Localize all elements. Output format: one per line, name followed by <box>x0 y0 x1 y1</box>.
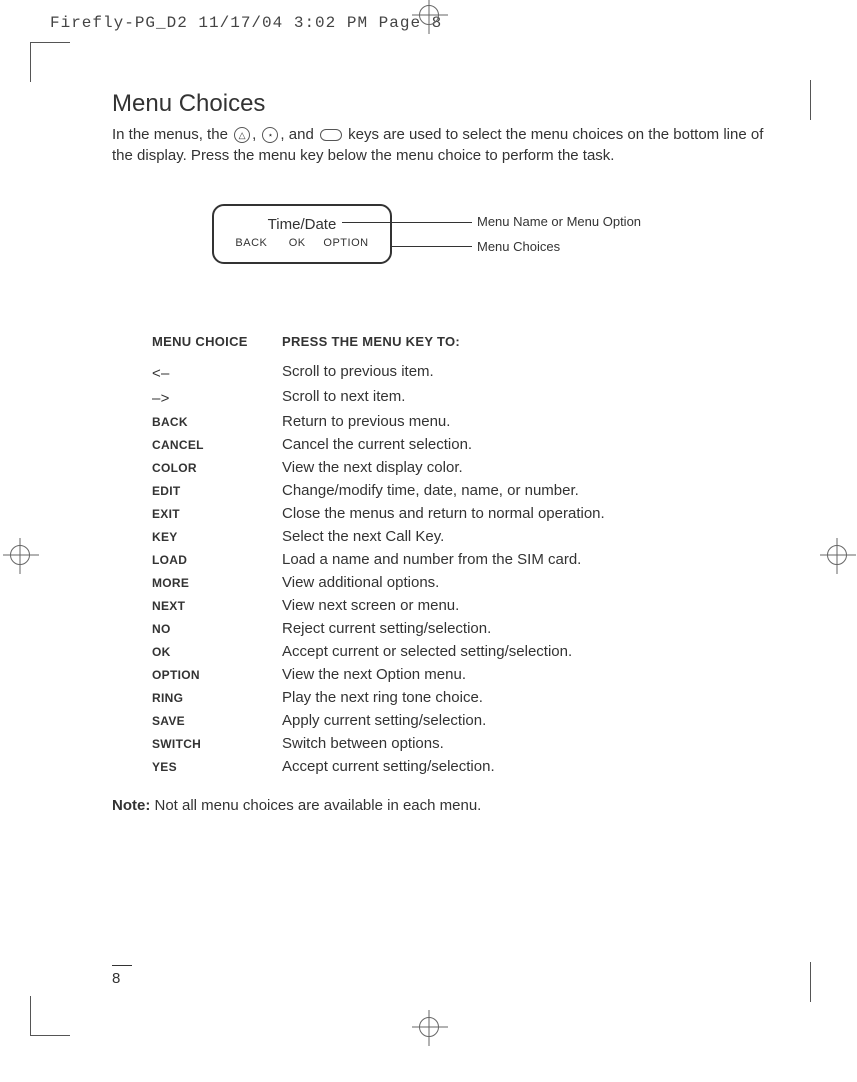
menu-choice: YES <box>152 758 282 775</box>
menu-choice: KEY <box>152 528 282 545</box>
menu-description: Apply current setting/selection. <box>282 712 772 729</box>
menu-choice: EXIT <box>152 505 282 522</box>
registration-mark-left <box>0 540 40 580</box>
trim-mark <box>30 42 70 82</box>
display-diagram: Time/Date BACK OK OPTION Menu Name or Me… <box>212 204 772 284</box>
screen-softkeys: BACK OK OPTION <box>214 237 390 249</box>
menu-description: Close the menus and return to normal ope… <box>282 505 772 522</box>
menu-description: Switch between options. <box>282 735 772 752</box>
intro-text: , and <box>280 126 318 143</box>
table-row: MOREView additional options. <box>152 574 772 591</box>
menu-description: Load a name and number from the SIM card… <box>282 551 772 568</box>
table-row: KEYSelect the next Call Key. <box>152 528 772 545</box>
table-row: COLORView the next display color. <box>152 459 772 476</box>
menu-choice: –> <box>152 388 282 407</box>
table-row: –>Scroll to next item. <box>152 388 772 407</box>
menu-choice: RING <box>152 689 282 706</box>
table-row: SWITCHSwitch between options. <box>152 735 772 752</box>
table-header-action: PRESS THE MENU KEY TO: <box>282 334 772 349</box>
callout-menu-name: Menu Name or Menu Option <box>477 214 641 229</box>
menu-choice: OK <box>152 643 282 660</box>
page-content: Menu Choices In the menus, the △, ⋆, and… <box>112 90 772 814</box>
callout-line <box>392 246 472 247</box>
menu-choice: MORE <box>152 574 282 591</box>
note-label: Note: <box>112 797 150 814</box>
menu-choice: CANCEL <box>152 436 282 453</box>
table-row: NOReject current setting/selection. <box>152 620 772 637</box>
table-row: OKAccept current or selected setting/sel… <box>152 643 772 660</box>
screen-title: Time/Date <box>214 216 390 233</box>
menu-description: Cancel the current selection. <box>282 436 772 453</box>
callout-menu-choices: Menu Choices <box>477 239 560 254</box>
page-title: Menu Choices <box>112 90 772 118</box>
registration-mark-top <box>404 0 454 50</box>
table-row: EXITClose the menus and return to normal… <box>152 505 772 522</box>
table-row: EDITChange/modify time, date, name, or n… <box>152 482 772 499</box>
callout-line <box>342 222 472 223</box>
menu-choice: NO <box>152 620 282 637</box>
table-row: LOADLoad a name and number from the SIM … <box>152 551 772 568</box>
menu-description: View the next Option menu. <box>282 666 772 683</box>
table-header-choice: MENU CHOICE <box>152 334 282 349</box>
table-row: NEXTView next screen or menu. <box>152 597 772 614</box>
note-text: Not all menu choices are available in ea… <box>150 797 481 814</box>
menu-description: Change/modify time, date, name, or numbe… <box>282 482 772 499</box>
page-number: 8 <box>112 965 132 987</box>
menu-choice: OPTION <box>152 666 282 683</box>
menu-description: View additional options. <box>282 574 772 591</box>
table-row: BACKReturn to previous menu. <box>152 413 772 430</box>
intro-text: , <box>252 126 260 143</box>
prepress-header: Firefly-PG_D2 11/17/04 3:02 PM Page 8 <box>50 14 442 32</box>
trim-mark <box>810 962 811 1002</box>
menu-choice: <– <box>152 363 282 382</box>
menu-choice: SWITCH <box>152 735 282 752</box>
menu-description: Select the next Call Key. <box>282 528 772 545</box>
screen-box: Time/Date BACK OK OPTION <box>212 204 392 264</box>
table-row: SAVEApply current setting/selection. <box>152 712 772 729</box>
key-icon-a: △ <box>234 127 250 143</box>
menu-description: Play the next ring tone choice. <box>282 689 772 706</box>
menu-choice: SAVE <box>152 712 282 729</box>
intro-text: In the menus, the <box>112 126 232 143</box>
table-row: CANCELCancel the current selection. <box>152 436 772 453</box>
key-icon-c <box>320 129 342 141</box>
menu-description: Accept current setting/selection. <box>282 758 772 775</box>
menu-choice: BACK <box>152 413 282 430</box>
registration-mark-bottom <box>404 1012 454 1062</box>
table-body: <–Scroll to previous item.–>Scroll to ne… <box>152 363 772 775</box>
softkey-ok: OK <box>289 237 306 249</box>
menu-description: Reject current setting/selection. <box>282 620 772 637</box>
registration-mark-right <box>817 540 857 580</box>
menu-choice: COLOR <box>152 459 282 476</box>
table-row: <–Scroll to previous item. <box>152 363 772 382</box>
table-header-row: MENU CHOICE PRESS THE MENU KEY TO: <box>152 334 772 349</box>
intro-paragraph: In the menus, the △, ⋆, and keys are use… <box>112 124 772 166</box>
table-row: YESAccept current setting/selection. <box>152 758 772 775</box>
menu-description: Accept current or selected setting/selec… <box>282 643 772 660</box>
trim-mark <box>810 80 811 120</box>
menu-description: View the next display color. <box>282 459 772 476</box>
menu-description: View next screen or menu. <box>282 597 772 614</box>
softkey-option: OPTION <box>323 237 368 249</box>
trim-mark <box>30 996 70 1036</box>
menu-choice: LOAD <box>152 551 282 568</box>
table-row: OPTIONView the next Option menu. <box>152 666 772 683</box>
menu-choice: EDIT <box>152 482 282 499</box>
menu-description: Scroll to next item. <box>282 388 772 407</box>
menu-description: Return to previous menu. <box>282 413 772 430</box>
softkey-back: BACK <box>235 237 267 249</box>
key-icon-b: ⋆ <box>262 127 278 143</box>
menu-description: Scroll to previous item. <box>282 363 772 382</box>
menu-choice: NEXT <box>152 597 282 614</box>
note: Note: Not all menu choices are available… <box>112 797 772 814</box>
table-row: RINGPlay the next ring tone choice. <box>152 689 772 706</box>
